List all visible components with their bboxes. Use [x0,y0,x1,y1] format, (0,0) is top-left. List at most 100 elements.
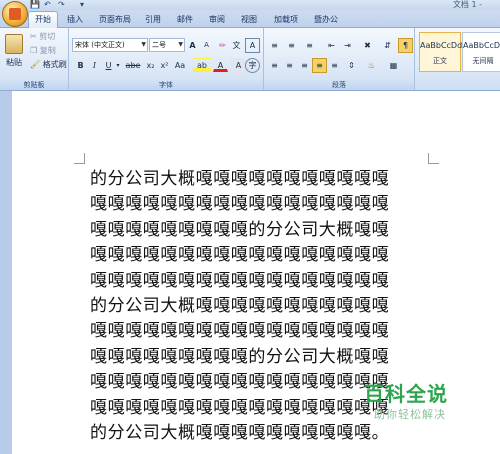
text-line: 的分公司大概嘎嘎嘎嘎嘎嘎嘎嘎嘎嘎嘎 [90,169,390,189]
office-button[interactable] [2,1,28,27]
clipboard-icon [5,34,23,54]
shrink-font-button[interactable]: A [199,38,214,53]
enclose-character-icon[interactable]: 字 [245,58,260,73]
increase-indent-icon[interactable]: ⇥ [340,38,355,53]
subscript-label: x₂ [146,61,155,70]
asian-layout-icon[interactable]: ✖ [360,38,375,53]
office-logo-icon [9,8,21,20]
paste-button[interactable]: 粘贴 [4,32,24,70]
font-color-label: A [217,61,224,70]
text-line: 嘎嘎嘎嘎嘎嘎嘎嘎嘎嘎嘎嘎嘎嘎嘎嘎嘎 [90,245,390,266]
justify-icon[interactable]: ≡ [312,58,327,73]
title-bar: 💾 ↶ ↷ ▾ 文档 1 - [0,0,500,10]
tab-page-layout[interactable]: 页面布局 [96,12,134,27]
sort-icon[interactable]: ⇵ [380,38,395,53]
text-line: 嘎嘎嘎嘎嘎嘎嘎嘎嘎嘎嘎嘎嘎嘎嘎嘎嘎 [90,321,390,342]
style-no-spacing[interactable]: AaBbCcDc 无间隔 [462,32,500,72]
distributed-icon[interactable]: ≡ [327,58,342,73]
tab-office-extra[interactable]: 暨办公 [312,12,340,27]
font-size-value: 二号 [152,41,166,49]
tab-references[interactable]: 引用 [142,12,164,27]
style-name: 正文 [433,57,447,65]
align-right-icon[interactable]: ≡ [297,58,312,73]
paste-label: 粘贴 [6,58,22,67]
page-corner-mark [428,153,439,164]
font-group: 宋体 (中文正文) ▼ 二号 ▼ A A ✏ 文 A B I U ▾ abe x… [69,28,264,90]
chevron-down-icon: ▼ [141,41,146,48]
undo-icon[interactable]: ↶ [44,0,51,9]
highlight-button[interactable]: ab [193,58,211,73]
format-painter-label: 格式刷 [42,60,67,69]
watermark-subtitle: 助你轻松解决 [374,408,446,421]
underline-dropdown-icon[interactable]: ▾ [113,58,123,73]
paintbrush-icon: 🖌 [30,60,41,69]
cut-label: 剪切 [39,32,56,41]
paragraph-group: ≡ ≡ ≡ ⇤ ⇥ ✖ ⇵ ¶ ≡ ≡ ≡ ≡ ≡ ⇕ ♨ ▦ 段落 [264,28,415,90]
character-shading-icon[interactable]: A [231,58,246,73]
line-spacing-icon[interactable]: ⇕ [344,58,359,73]
style-normal[interactable]: AaBbCcDd 正文 [419,32,463,72]
tab-home[interactable]: 开始 [28,11,58,28]
align-left-icon[interactable]: ≡ [267,58,282,73]
copy-label: 复制 [39,46,56,55]
text-line: 嘎嘎嘎嘎嘎嘎嘎嘎嘎嘎嘎嘎嘎嘎嘎嘎嘎 [90,270,390,291]
copy-button[interactable]: ❐ 复制 [30,44,56,58]
italic-label: I [92,61,97,70]
text-line: 嘎嘎嘎嘎嘎嘎嘎嘎嘎的分公司大概嘎嘎 [90,346,390,367]
highlight-label: ab [197,61,207,70]
font-name-value: 宋体 (中文正文) [75,41,125,49]
customize-icon[interactable]: ▾ [80,0,84,9]
font-name-select[interactable]: 宋体 (中文正文) ▼ [72,38,148,52]
tab-addins[interactable]: 加载项 [272,12,300,27]
tab-mailings[interactable]: 邮件 [174,12,196,27]
numbering-icon[interactable]: ≡ [284,38,299,53]
paragraph-group-label: 段落 [264,80,414,90]
underline-label: U [105,61,112,70]
strikethrough-button[interactable]: abe [123,58,143,73]
bullets-icon[interactable]: ≡ [267,38,282,53]
italic-button[interactable]: I [87,58,102,73]
decrease-indent-icon[interactable]: ⇤ [324,38,339,53]
ribbon-tab-bar: 开始 插入 页面布局 引用 邮件 审阅 视图 加载项 暨办公 [0,10,500,28]
superscript-button[interactable]: x² [157,58,172,73]
font-size-select[interactable]: 二号 ▼ [149,38,185,52]
style-sample: AaBbCcDd [420,41,463,50]
chevron-down-icon: ▼ [178,41,183,48]
copy-icon: ❐ [30,46,38,55]
tab-view[interactable]: 视图 [238,12,260,27]
borders-icon[interactable]: ▦ [386,58,401,73]
redo-icon[interactable]: ↷ [58,0,65,9]
tab-review[interactable]: 审阅 [206,12,228,27]
watermark-logo: 百科全说 [364,382,448,406]
tab-insert[interactable]: 插入 [62,12,88,27]
text-line: 嘎嘎嘎嘎嘎嘎嘎嘎嘎的分公司大概嘎嘎 [90,219,390,240]
character-border-icon[interactable]: A [245,38,260,53]
show-marks-icon[interactable]: ¶ [398,38,413,53]
strikethrough-label: abe [125,61,141,70]
align-center-icon[interactable]: ≡ [282,58,297,73]
text-line: 嘎嘎嘎嘎嘎嘎嘎嘎嘎嘎嘎嘎嘎嘎嘎嘎嘎 [90,194,390,215]
document-title: 文档 1 - [452,0,482,9]
bold-button[interactable]: B [73,58,88,73]
ribbon: 粘贴 ✂ 剪切 ❐ 复制 🖌 格式刷 剪贴板 宋体 (中文正文) ▼ 二号 ▼ … [0,28,500,91]
save-icon[interactable]: 💾 [30,0,40,9]
superscript-label: x² [160,61,169,70]
scissors-icon: ✂ [30,32,37,41]
grow-font-button[interactable]: A [185,38,200,53]
change-case-button[interactable]: Aa [171,58,189,73]
bold-label: B [77,61,84,70]
font-color-button[interactable]: A [213,58,228,72]
style-sample: AaBbCcDc [463,41,500,50]
multilevel-list-icon[interactable]: ≡ [302,38,317,53]
shading-icon[interactable]: ♨ [364,58,379,73]
clipboard-group-label: 剪贴板 [0,80,68,90]
change-case-label: Aa [174,61,186,70]
clear-format-icon[interactable]: ✏ [215,38,230,53]
font-group-label: 字体 [69,80,263,90]
cut-button[interactable]: ✂ 剪切 [30,30,55,44]
format-painter-button[interactable]: 🖌 格式刷 [30,58,67,72]
phonetic-guide-icon[interactable]: 文 [229,38,244,53]
shrink-font-label: A [204,41,209,49]
subscript-button[interactable]: x₂ [143,58,158,73]
clipboard-group: 粘贴 ✂ 剪切 ❐ 复制 🖌 格式刷 剪贴板 [0,28,69,90]
